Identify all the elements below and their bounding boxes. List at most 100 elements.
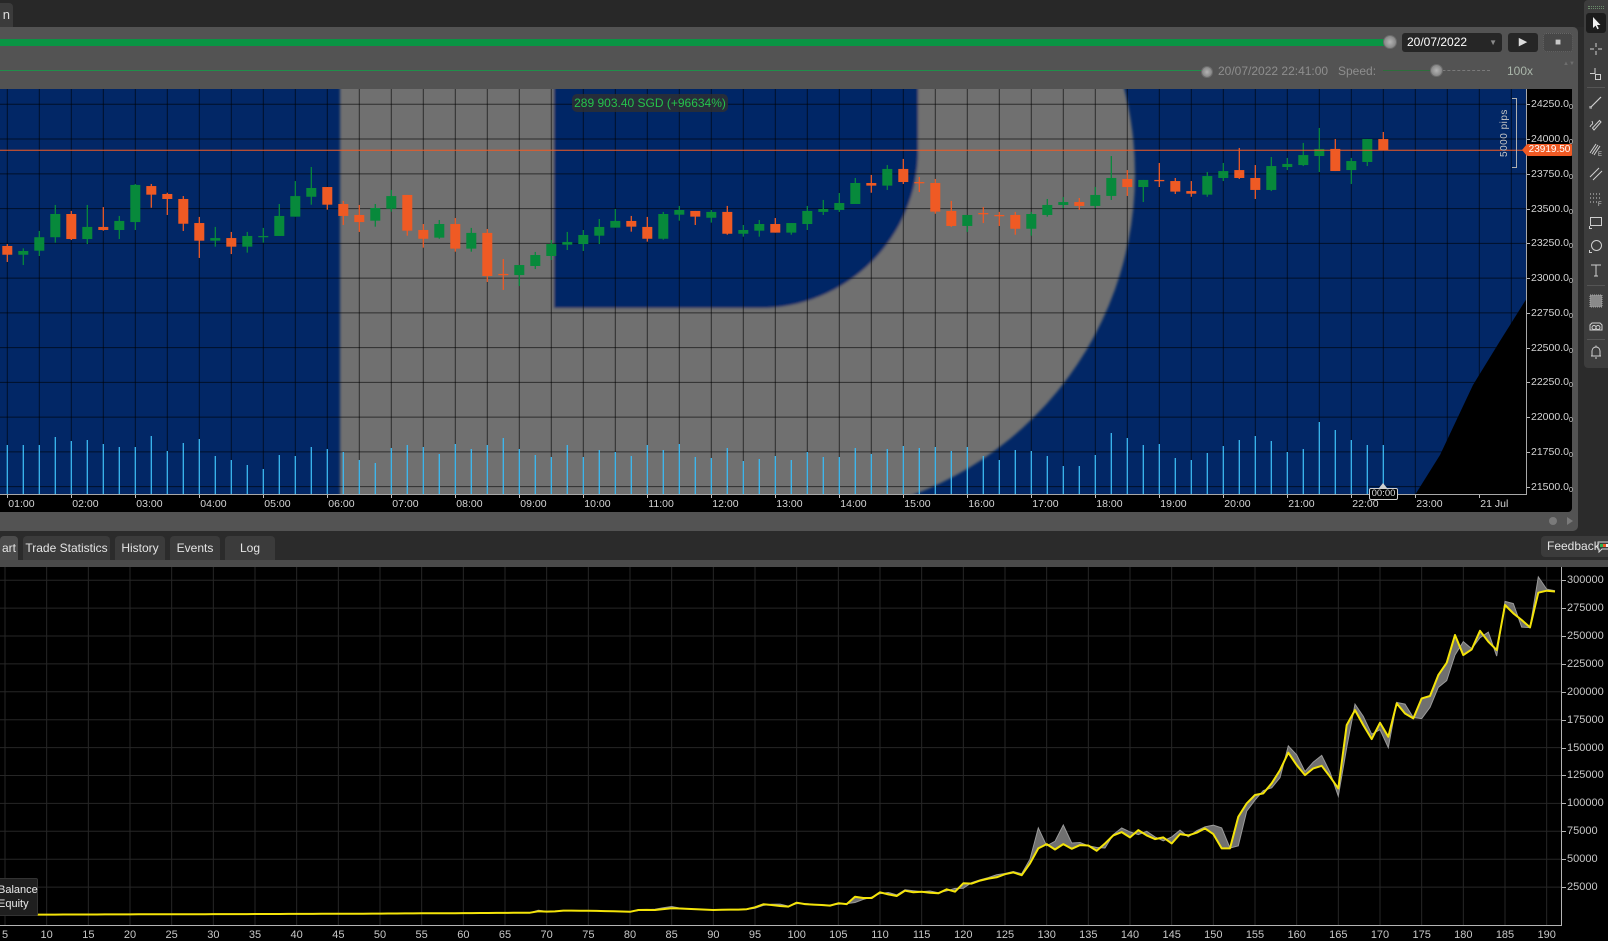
equity-x-axis-label: 95 — [748, 929, 762, 941]
date-dropdown[interactable]: 20/07/2022 ▼ — [1402, 33, 1502, 52]
tab-chart[interactable]: art — [0, 536, 18, 560]
equity-x-axis-label: 40 — [290, 929, 303, 941]
candle-body — [626, 220, 637, 227]
svg-text:F: F — [1598, 202, 1602, 207]
current-price-tag: 23919.50 — [1527, 144, 1572, 157]
price-axis-label-value: 22500.0 — [1531, 341, 1569, 354]
candle-body — [2, 245, 13, 255]
tool-ellipse[interactable] — [1586, 236, 1606, 256]
window-tab[interactable]: n — [0, 3, 13, 27]
time-progress-handle[interactable] — [1201, 66, 1213, 78]
speed-slider[interactable] — [1383, 64, 1490, 77]
equity-y-axis-label: 175000 — [1567, 713, 1604, 726]
time-axis-label: 10:00 — [584, 498, 611, 510]
tool-crosshair-box[interactable] — [1586, 64, 1606, 84]
price-chart[interactable] — [0, 89, 1527, 495]
candle-body — [706, 211, 717, 218]
tab-trade-statistics[interactable]: Trade Statistics — [23, 536, 110, 560]
scroll-right-icon[interactable] — [1567, 517, 1573, 525]
tool-fibonacci-grid[interactable]: F — [1586, 189, 1606, 209]
tab-log[interactable]: Log — [225, 536, 275, 560]
tab-history[interactable]: History — [115, 536, 165, 560]
equity-x-axis-label: 75 — [582, 929, 595, 941]
profit-label: 289 903.40 SGD (+96634%) — [572, 94, 728, 112]
speed-spinner-icon[interactable]: ▲▼ — [1563, 61, 1575, 68]
equity-x-axis-label: 105 — [829, 929, 848, 941]
time-axis-label: 15:00 — [904, 498, 931, 510]
alert-bell-icon — [1591, 345, 1601, 359]
tool-cursor[interactable] — [1586, 13, 1606, 33]
equity-x-axis-label: 25 — [165, 929, 178, 941]
price-axis-label: 22500.00 — [1531, 342, 1573, 358]
equity-y-axis-tick — [1562, 747, 1566, 749]
stop-button[interactable]: ■ — [1543, 33, 1573, 52]
scroll-reset-icon[interactable] — [1549, 517, 1557, 525]
candle-body — [674, 209, 685, 215]
price-axis-tick — [1527, 486, 1530, 488]
candle-body — [1378, 139, 1389, 151]
tool-fibonacci-extension[interactable]: E — [1586, 139, 1606, 159]
candle-bearish — [930, 178, 941, 214]
candle-body — [354, 214, 365, 223]
playback-progress-handle[interactable] — [1383, 35, 1397, 49]
candle-body — [114, 220, 125, 230]
price-axis-label: 23750.00 — [1531, 168, 1573, 184]
equity-x-axis-label: 10 — [40, 929, 53, 941]
tool-rectangle[interactable] — [1586, 212, 1606, 232]
time-progress-track[interactable] — [0, 70, 1207, 71]
time-axis-label: 19:00 — [1160, 498, 1187, 510]
price-axis[interactable]: 24250.00 24000.00 23750.00 23500.00 23250.00… — [1522, 89, 1573, 495]
feedback-label: Feedback — [1547, 539, 1600, 553]
tool-parallel-channel[interactable] — [1586, 164, 1606, 184]
tool-pencil[interactable] — [1586, 115, 1606, 135]
rectangle-icon — [1589, 217, 1602, 229]
playback-progress-bar[interactable] — [0, 39, 1390, 46]
candle-body — [658, 213, 669, 239]
equity-x-axis-label: 190 — [1537, 929, 1556, 941]
price-axis-label: 23000.00 — [1531, 272, 1573, 288]
tool-crosshair[interactable] — [1586, 39, 1606, 59]
price-axis-tick — [1527, 451, 1530, 453]
candle-body — [1010, 214, 1021, 229]
price-axis-label: 23500.00 — [1531, 203, 1573, 219]
candle-body — [1186, 191, 1197, 194]
tab-events[interactable]: Events — [170, 536, 220, 560]
price-axis-tick — [1527, 382, 1530, 384]
legend-item-balance[interactable]: Balance — [0, 884, 38, 897]
time-axis[interactable]: 01:00 02:00 03:00 04:00 05:00 06:00 07:00 08:00… — [0, 495, 1527, 512]
toolbar-separator — [1587, 339, 1605, 340]
candle-body — [178, 198, 189, 224]
tool-camera[interactable] — [1586, 316, 1606, 336]
parallel-channel-icon — [1589, 167, 1603, 181]
candle-bullish — [658, 211, 669, 240]
equity-y-axis-tick — [1562, 663, 1566, 665]
equity-chart[interactable] — [0, 567, 1562, 926]
candle-body — [210, 238, 221, 241]
price-axis-label-value: 21500.0 — [1531, 480, 1569, 493]
time-axis-label: 06:00 — [328, 498, 355, 510]
time-axis-label: 16:00 — [968, 498, 995, 510]
equity-x-axis-label: 140 — [1120, 929, 1140, 941]
candle-body — [770, 224, 781, 233]
play-button[interactable]: ▶ — [1508, 33, 1538, 52]
candle-body — [434, 224, 445, 238]
speed-value: 100x — [1507, 64, 1534, 78]
tool-text[interactable] — [1586, 260, 1606, 280]
equity-x-axis-label: 85 — [665, 929, 678, 941]
toolbar-grip-icon[interactable] — [1588, 6, 1604, 9]
legend-item-equity[interactable]: Equity — [0, 898, 29, 911]
equity-x-axis-label: 125 — [995, 929, 1015, 941]
equity-x-axis-label: 165 — [1329, 929, 1348, 941]
equity-y-axis-tick — [1562, 859, 1566, 861]
speed-slider-handle[interactable] — [1430, 64, 1443, 77]
tool-fill-square[interactable] — [1586, 291, 1606, 311]
candle-body — [530, 255, 541, 266]
fibonacci-extension-icon: E — [1589, 143, 1602, 157]
candle-body — [1106, 177, 1117, 196]
price-axis-label-pipette: 0 — [1568, 486, 1573, 494]
equity-y-axis-label: 150000 — [1567, 741, 1604, 754]
candle-body — [498, 273, 509, 276]
tool-alert[interactable] — [1586, 342, 1606, 362]
tool-trend-line[interactable] — [1586, 92, 1606, 112]
feedback-button[interactable]: Feedback — [1541, 536, 1608, 557]
